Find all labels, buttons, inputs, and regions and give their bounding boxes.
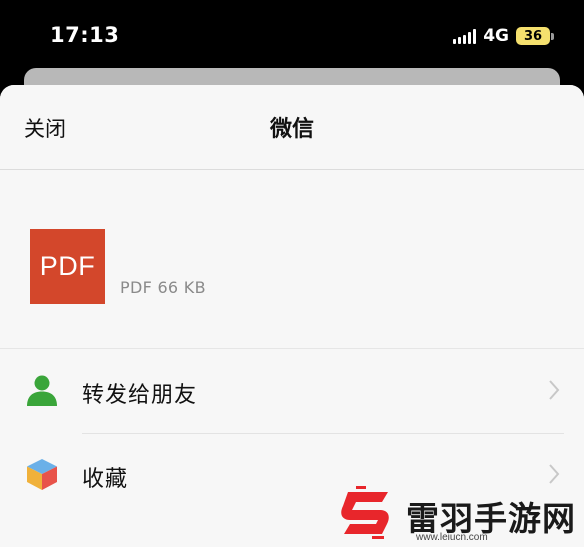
person-icon bbox=[27, 375, 57, 406]
watermark-url: www.leiucn.com bbox=[416, 532, 488, 543]
battery-cap bbox=[551, 32, 554, 40]
status-time: 17:13 bbox=[50, 23, 120, 47]
action-label: 转发给朋友 bbox=[82, 383, 198, 408]
watermark-logo-icon bbox=[341, 486, 389, 539]
pdf-file-icon: PDF bbox=[30, 229, 105, 304]
status-bar: 17:13 4G 36 bbox=[0, 0, 584, 72]
cube-icon bbox=[27, 459, 57, 490]
watermark: 雷羽手游网 www.leiucn.com bbox=[336, 486, 584, 547]
status-indicators: 4G 36 bbox=[453, 25, 554, 47]
share-sheet: 关闭 微信 PDF PDF 66 KB 转发给朋友 收藏 bbox=[0, 85, 584, 547]
network-type: 4G bbox=[483, 26, 509, 46]
action-forward-to-friend[interactable]: 转发给朋友 bbox=[0, 349, 584, 433]
battery-icon: 36 bbox=[516, 27, 554, 45]
battery-level: 36 bbox=[516, 27, 550, 45]
chevron-right-icon bbox=[549, 380, 560, 400]
sheet-header: 关闭 微信 bbox=[0, 85, 584, 170]
file-preview: PDF PDF 66 KB bbox=[0, 170, 584, 349]
action-label: 收藏 bbox=[82, 467, 129, 492]
sheet-title: 微信 bbox=[269, 117, 314, 142]
signal-strength-icon bbox=[453, 28, 477, 44]
file-meta: PDF 66 KB bbox=[120, 278, 206, 297]
chevron-right-icon bbox=[549, 464, 560, 484]
